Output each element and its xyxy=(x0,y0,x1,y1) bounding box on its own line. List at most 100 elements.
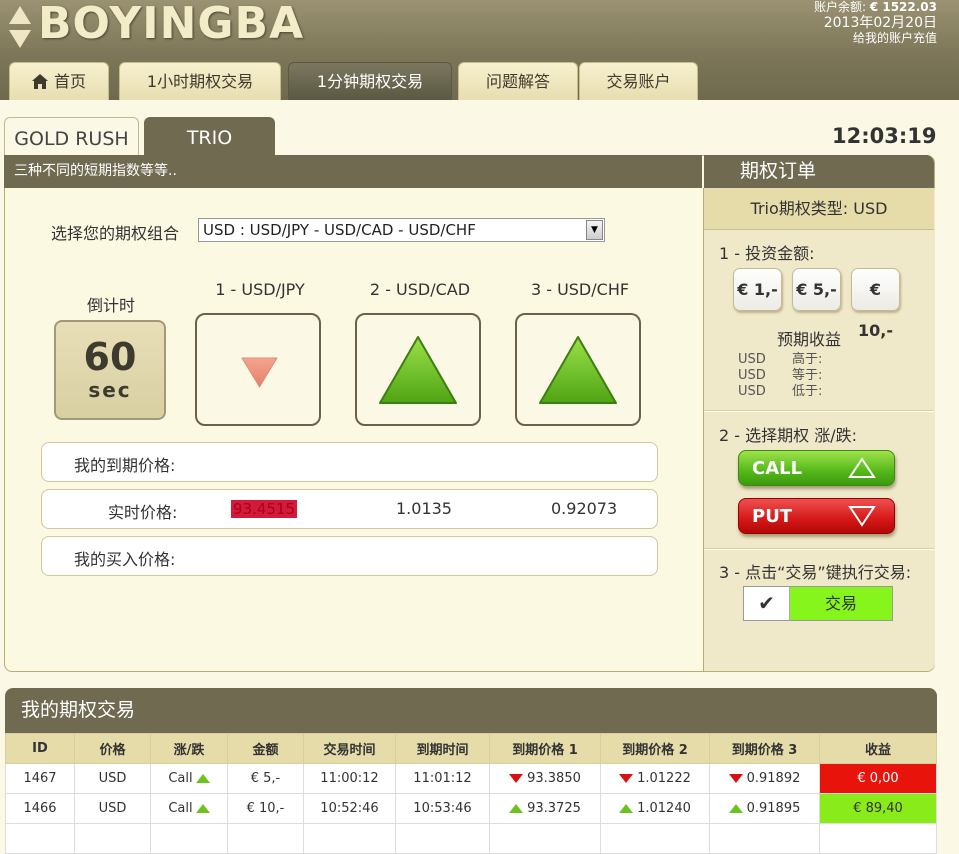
balance-label: 账户余额: xyxy=(813,0,866,14)
realtime-price-row: 实时价格: 93.4515 1.0135 0.92073 xyxy=(41,489,658,529)
col-price[interactable]: 价格 xyxy=(74,733,151,764)
expected-below: USD 低于: xyxy=(738,384,823,399)
logo-arrows-icon xyxy=(9,6,31,48)
cell-amount: € 5,- xyxy=(227,763,304,794)
account-info: 账户余额: € 1522.03 2013年02月20日 给我的账户充值 xyxy=(814,0,937,46)
description-bar: 三种不同的短期指数等等.. xyxy=(4,155,702,188)
arrow-up-icon xyxy=(379,336,457,404)
triangle-down-icon xyxy=(848,506,876,527)
col-direction[interactable]: 涨/跌 xyxy=(150,733,228,764)
arrow-up-icon xyxy=(509,804,524,813)
trade-button[interactable]: ✔ 交易 xyxy=(743,586,893,621)
arrow-up-icon xyxy=(619,804,634,813)
table-row[interactable]: 1466 USD Call € 10,- 10:52:46 10:53:46 9… xyxy=(5,793,937,824)
col-expiry-price-3[interactable]: 到期价格 3 xyxy=(709,733,820,764)
combo-select[interactable]: USD : USD/JPY - USD/CAD - USD/CHF ▼ xyxy=(198,218,605,242)
arrow-up-icon xyxy=(195,804,210,813)
expected-above: USD 高于: xyxy=(738,352,823,367)
countdown-value: 60 xyxy=(83,335,137,379)
cell-trade-time: 10:52:46 xyxy=(303,793,396,824)
step3-label: 3 - 点击“交易”键执行交易: xyxy=(719,563,912,582)
col-expiry-time[interactable]: 到期时间 xyxy=(395,733,490,764)
cell-trade-time: 11:00:12 xyxy=(303,763,396,794)
direction-box-usdcad[interactable] xyxy=(355,313,481,426)
subtab-trio[interactable]: TRIO xyxy=(144,117,275,157)
expected-equal: USD 等于: xyxy=(738,368,823,383)
col-expiry-price-1[interactable]: 到期价格 1 xyxy=(489,733,601,764)
trio-type: Trio期权类型: USD xyxy=(704,188,934,230)
realtime-price-label: 实时价格: xyxy=(108,503,178,522)
pair-label-usdcad: 2 - USD/CAD xyxy=(369,280,471,299)
balance-value: € 1522.03 xyxy=(869,0,937,14)
arrow-down-icon xyxy=(241,357,278,388)
call-button[interactable]: CALL xyxy=(738,450,895,486)
tab-home[interactable]: 首页 xyxy=(9,62,109,100)
table-row[interactable]: 1467 USD Call € 5,- 11:00:12 11:01:12 93… xyxy=(5,763,937,794)
direction-box-usdjpy[interactable] xyxy=(195,313,321,426)
checkmark-icon: ✔ xyxy=(744,587,790,620)
combo-value: USD : USD/JPY - USD/CAD - USD/CHF xyxy=(203,221,476,239)
direction-box-usdchf[interactable] xyxy=(515,313,641,426)
home-icon xyxy=(31,74,48,89)
logo[interactable]: BOYINGBA xyxy=(38,0,304,49)
chevron-down-icon[interactable]: ▼ xyxy=(586,220,603,240)
my-trades-title: 我的期权交易 xyxy=(5,688,937,733)
subtab-gold-rush[interactable]: GOLD RUSH xyxy=(4,117,139,157)
expiry-price-label: 我的到期价格: xyxy=(74,456,176,475)
pair-label-usdjpy: 1 - USD/JPY xyxy=(215,280,305,299)
tab-1minute-options[interactable]: 1分钟期权交易 xyxy=(288,62,452,100)
col-amount[interactable]: 金额 xyxy=(227,733,304,764)
trade-label: 交易 xyxy=(824,594,857,613)
cell-expiry-price-1: 93.3725 xyxy=(489,793,601,824)
cell-id: 1466 xyxy=(5,793,75,824)
cell-expiry-price-2: 1.01240 xyxy=(600,793,710,824)
buy-price-label: 我的买入价格: xyxy=(74,550,176,569)
cell-price: USD xyxy=(74,763,151,794)
call-label: CALL xyxy=(752,458,803,479)
table-row-empty xyxy=(5,823,937,854)
arrow-down-icon xyxy=(619,774,634,783)
buy-price-row: 我的买入价格: xyxy=(41,536,658,576)
cell-expiry-time: 10:53:46 xyxy=(395,793,490,824)
cell-direction: Call xyxy=(150,763,228,794)
pair-label-usdchf: 3 - USD/CHF xyxy=(530,280,630,299)
realtime-price-usdjpy: 93.4515 xyxy=(231,500,298,518)
cell-id: 1467 xyxy=(5,763,75,794)
col-trade-time[interactable]: 交易时间 xyxy=(303,733,396,764)
amount-1-button[interactable]: € 1,- xyxy=(733,268,782,311)
cell-expiry-price-3: 0.91892 xyxy=(709,763,820,794)
arrow-down-icon xyxy=(728,774,743,783)
put-label: PUT xyxy=(752,506,793,527)
tab-faq[interactable]: 问题解答 xyxy=(458,62,578,100)
cell-price: USD xyxy=(74,793,151,824)
cell-amount: € 10,- xyxy=(227,793,304,824)
step2-label: 2 - 选择期权 涨/跌: xyxy=(719,426,857,445)
cell-expiry-price-3: 0.91895 xyxy=(709,793,820,824)
tab-home-label: 首页 xyxy=(53,72,86,91)
col-expiry-price-2[interactable]: 到期价格 2 xyxy=(600,733,710,764)
order-panel-title: 期权订单 xyxy=(704,155,934,188)
current-date: 2013年02月20日 xyxy=(823,15,937,31)
arrow-up-icon xyxy=(539,336,617,404)
cell-expiry-price-2: 1.01222 xyxy=(600,763,710,794)
col-profit[interactable]: 收益 xyxy=(819,733,937,764)
cell-expiry-price-1: 93.3850 xyxy=(489,763,601,794)
put-button[interactable]: PUT xyxy=(738,498,895,534)
step1-label: 1 - 投资金额: xyxy=(719,244,815,263)
combo-label: 选择您的期权组合 xyxy=(51,224,180,243)
tab-trading-account[interactable]: 交易账户 xyxy=(579,62,698,100)
col-id[interactable]: ID xyxy=(5,733,75,764)
recharge-link[interactable]: 给我的账户充值 xyxy=(814,31,937,46)
expiry-price-row: 我的到期价格: xyxy=(41,442,658,482)
realtime-price-usdchf: 0.92073 xyxy=(551,499,618,518)
arrow-up-icon xyxy=(728,804,743,813)
amount-10-button[interactable]: € 10,- xyxy=(851,268,900,340)
triangle-up-icon xyxy=(848,457,876,478)
tab-1hour-options[interactable]: 1小时期权交易 xyxy=(119,62,281,100)
expected-return-label: 预期收益 xyxy=(776,330,841,349)
countdown-unit: sec xyxy=(88,378,132,402)
cell-profit: € 89,40 xyxy=(819,793,937,824)
cell-expiry-time: 11:01:12 xyxy=(395,763,490,794)
amount-5-button[interactable]: € 5,- xyxy=(792,268,841,311)
table-header-row: ID 价格 涨/跌 金额 交易时间 到期时间 到期价格 1 到期价格 2 到期价… xyxy=(5,733,937,764)
